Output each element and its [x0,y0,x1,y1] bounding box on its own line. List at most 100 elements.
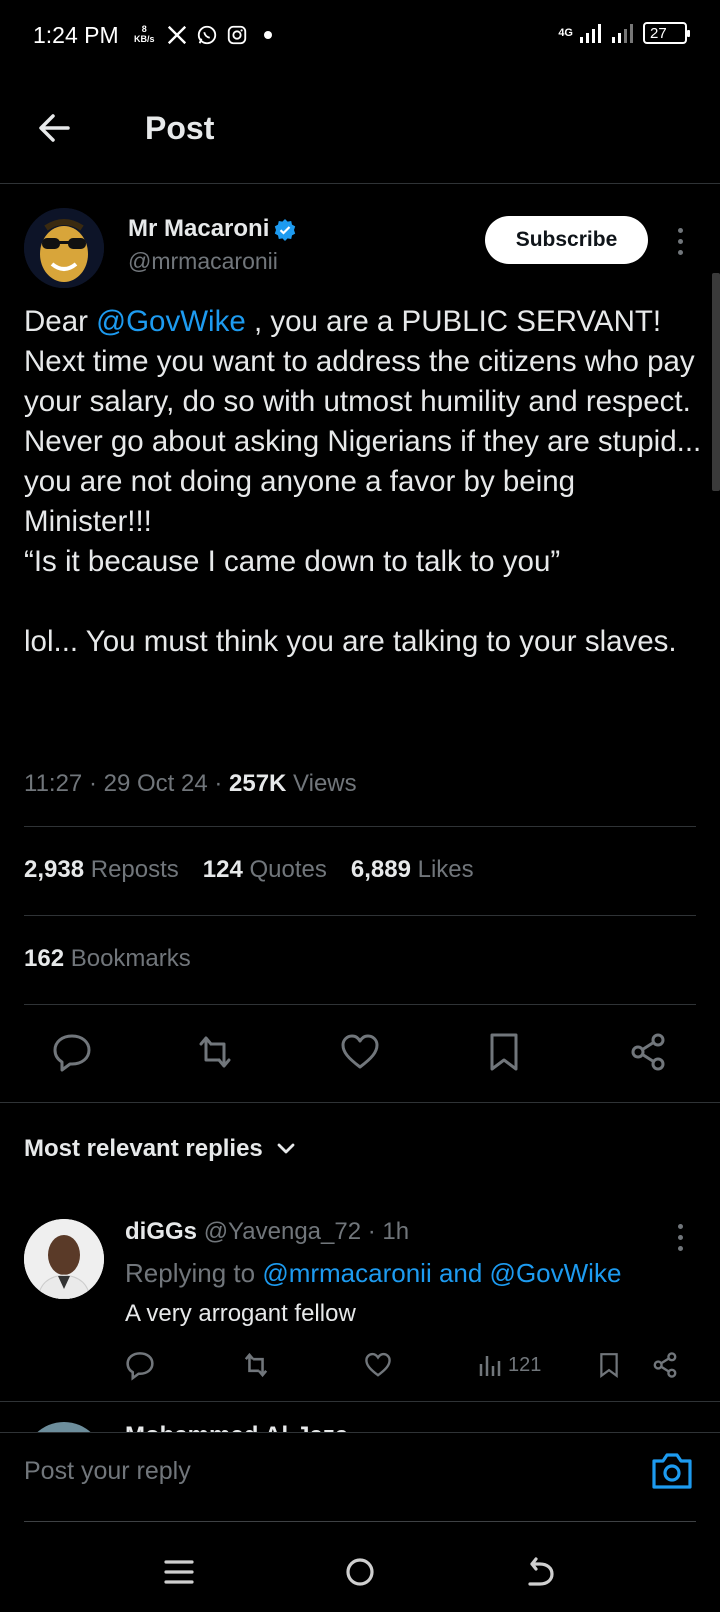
reply-sort-label: Most relevant replies [24,1135,263,1162]
author-avatar[interactable] [24,208,104,288]
reply-action-bar: 121 [0,1348,720,1388]
system-indicators: 4G 27 [558,22,690,44]
reply-sort-dropdown[interactable]: Most relevant replies [24,1135,297,1163]
reply-time: 1h [382,1218,410,1245]
post-paragraph: lol... You must think you are talking to… [24,625,677,658]
reply-more-options-icon[interactable] [676,1224,684,1251]
status-time: 1:24 PM [33,22,119,48]
post-text: Dear [24,305,97,338]
next-reply-avatar[interactable] [24,1422,104,1432]
post-date: 29 Oct 24 [103,770,208,797]
reply-bookmark-button[interactable] [595,1348,623,1382]
share-icon [653,1352,677,1378]
reposts-count: 2,938 [24,856,85,883]
verified-badge-icon [275,218,296,241]
reply-views-count: 121 [508,1353,542,1376]
next-reply-author-name[interactable]: Mohammed Al-Jaza... [125,1422,368,1432]
reply-share-button[interactable] [650,1348,680,1382]
views-count: 257K [229,770,287,797]
likes-count: 6,889 [350,856,411,883]
signal-secondary-icon [612,24,633,43]
back-arrow-icon[interactable] [34,108,74,148]
menu-icon[interactable] [158,1550,202,1594]
post-paragraph [24,582,704,622]
subscribe-button[interactable]: Subscribe [485,216,648,264]
battery-icon: 27 [643,22,690,44]
reply-reply-button[interactable] [124,1348,156,1382]
notification-icons [166,24,272,46]
likes-label: Likes [417,856,474,883]
mention-link[interactable]: @GovWike [96,305,246,338]
analytics-icon [479,1356,501,1376]
network-speed-value: 8 [141,24,147,34]
bookmarks-label: Bookmarks [70,945,191,972]
reply-like-button[interactable] [363,1348,393,1382]
reply-avatar[interactable] [24,1219,104,1299]
repost-icon [244,1352,268,1378]
camera-icon[interactable] [650,1451,694,1491]
network-speed: 8 KB/s [134,24,155,44]
post-paragraph: Next time you want to address the citize… [24,345,695,418]
author-name[interactable]: Mr Macaroni [128,215,297,243]
reply-input-underline [24,1521,696,1522]
x-icon [167,25,187,45]
next-reply-peek: Mohammed Al-Jaza... [0,1402,720,1432]
divider [24,915,696,916]
bookmarks-count: 162 [24,945,65,972]
more-options-icon[interactable] [676,228,684,255]
top-app-bar: Post [0,72,720,184]
bookmarks-stat[interactable]: 162 Bookmarks [24,945,191,973]
reply-icon[interactable] [50,1030,94,1074]
quotes-count: 124 [202,856,243,883]
post-action-bar [0,1030,720,1080]
engagement-stats: 2,938 Reposts 124 Quotes 6,889 Likes [24,856,474,884]
quotes-stat[interactable]: 124 Quotes [203,856,327,884]
bookmark-icon[interactable] [482,1030,526,1074]
post-body: Dear @GovWike , you are a PUBLIC SERVANT… [24,302,704,662]
post-time: 11:27 [24,770,83,797]
dot-icon [264,31,272,39]
whatsapp-icon [197,25,217,45]
battery-level: 27 [650,24,667,42]
page-title: Post [145,110,215,146]
replying-to-prefix: Replying to [125,1258,263,1288]
divider [24,826,696,827]
signal-icon [580,24,601,43]
author-handle[interactable]: @mrmacaronii [128,248,278,275]
author-name-text: Mr Macaroni [128,215,270,242]
reply-author-handle[interactable]: @Yavenga_72 [204,1218,361,1245]
views-label: Views [293,770,357,797]
home-icon[interactable] [338,1550,382,1594]
like-icon [365,1352,391,1377]
back-icon[interactable] [518,1550,562,1594]
chevron-down-icon [277,1143,295,1154]
replying-to: Replying to @mrmacaronii and @GovWike [125,1258,621,1289]
post-text: , you are a PUBLIC SERVANT! [245,305,662,338]
reply-composer [0,1432,720,1522]
post-paragraph: “Is it because I came down to talk to yo… [24,545,561,578]
reply-repost-button[interactable] [240,1348,272,1382]
reply-body: A very arrogant fellow [125,1300,356,1327]
section-divider [0,1102,720,1103]
scrollbar[interactable] [712,273,720,491]
post-paragraph: Never go about asking Nigerians if they … [24,425,702,538]
network-type: 4G [558,27,573,39]
reply-input[interactable] [24,1451,624,1491]
reply-views-button[interactable]: 121 [478,1348,541,1382]
reply-author-name[interactable]: diGGs [125,1218,197,1245]
reposts-label: Reposts [90,856,179,883]
reply-icon [126,1352,154,1381]
replying-to-mentions[interactable]: @mrmacaronii and @GovWike [262,1258,621,1288]
likes-stat[interactable]: 6,889 Likes [351,856,474,884]
repost-icon[interactable] [193,1030,237,1074]
quotes-label: Quotes [249,856,327,883]
reply-header: diGGs @Yavenga_72 · 1h [125,1218,410,1245]
like-icon[interactable] [338,1030,382,1074]
status-bar: 1:24 PM 8 KB/s 4G 27 [0,0,720,72]
post-meta: 11:27 · 29 Oct 24 · 257K Views [24,770,357,797]
bookmark-icon [600,1353,618,1379]
share-icon[interactable] [626,1030,670,1074]
post-line-1: Dear @GovWike , you are a PUBLIC SERVANT… [24,302,704,342]
instagram-icon [227,25,247,45]
reposts-stat[interactable]: 2,938 Reposts [24,856,179,884]
